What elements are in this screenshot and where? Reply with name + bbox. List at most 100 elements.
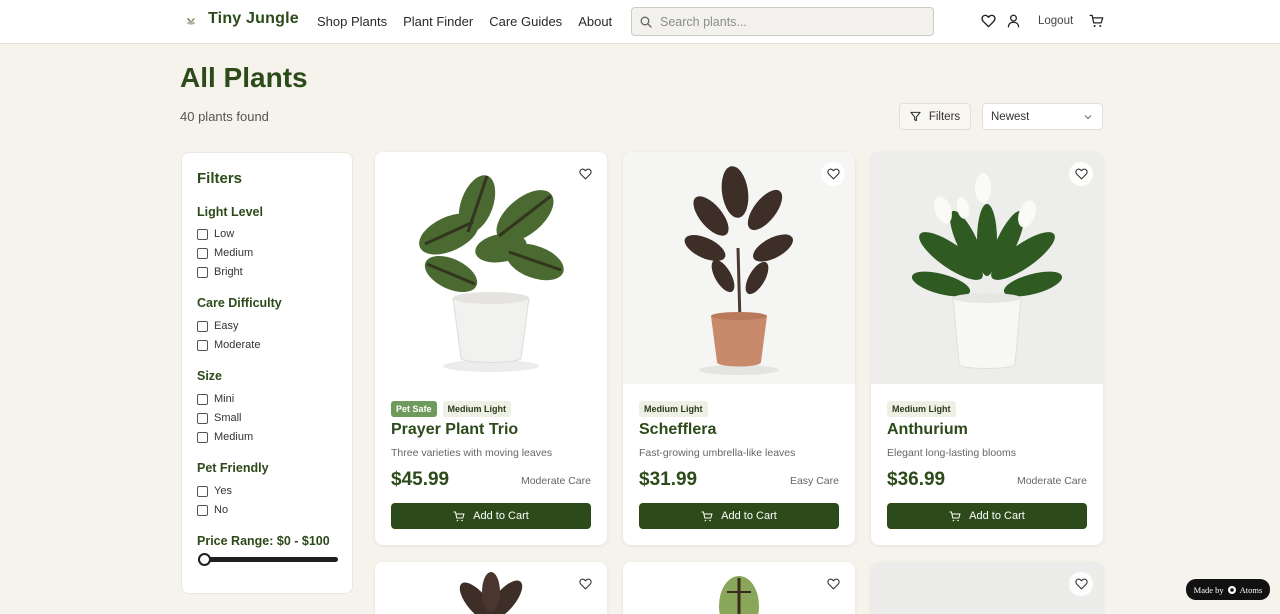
checkbox[interactable] <box>197 412 208 424</box>
filter-option-light-medium[interactable]: Medium <box>197 247 253 259</box>
cart-icon <box>949 511 961 521</box>
brand[interactable]: Tiny Jungle <box>184 10 299 28</box>
option-label: Medium <box>214 247 254 259</box>
filter-option-light-low[interactable]: Low <box>197 228 234 240</box>
atoms-brand-label: Atoms <box>1239 584 1263 595</box>
nav-care-guides[interactable]: Care Guides <box>489 14 562 29</box>
favorite-heart-icon[interactable] <box>821 572 845 596</box>
filter-panel-title: Filters <box>197 170 243 187</box>
made-by-label: Made by <box>1193 584 1224 595</box>
search-icon <box>640 16 652 28</box>
option-label: Moderate <box>214 339 261 351</box>
price-slider-handle[interactable] <box>198 553 211 566</box>
price-slider-track[interactable] <box>198 557 338 562</box>
favorite-heart-icon[interactable] <box>573 572 597 596</box>
product-card[interactable] <box>871 562 1103 614</box>
filter-funnel-icon <box>910 111 921 122</box>
care-level: Easy Care <box>789 475 839 487</box>
price-range-label: Price Range: $0 - $100 <box>197 534 330 548</box>
nav-plant-finder[interactable]: Plant Finder <box>403 14 473 29</box>
nav-about[interactable]: About <box>578 14 612 29</box>
product-description: Fast-growing umbrella-like leaves <box>639 447 796 459</box>
filter-option-care-moderate[interactable]: Moderate <box>197 339 260 351</box>
filter-sidebar: Filters Light Level Low Medium Bright Ca… <box>181 152 353 594</box>
schefflera-image <box>623 152 855 384</box>
wishlist-heart-icon[interactable] <box>980 13 996 29</box>
light-level-badge: Medium Light <box>887 401 956 417</box>
checkbox[interactable] <box>197 431 208 443</box>
plant-image <box>623 562 855 614</box>
favorite-heart-icon[interactable] <box>821 162 845 186</box>
option-label: Bright <box>214 266 243 278</box>
filter-option-pet-yes[interactable]: Yes <box>197 485 232 497</box>
checkbox[interactable] <box>197 485 208 497</box>
filter-heading-light-level: Light Level <box>197 205 263 219</box>
plant-image <box>375 562 607 614</box>
filter-option-size-medium[interactable]: Medium <box>197 431 253 443</box>
filter-heading-size: Size <box>197 369 223 383</box>
filter-heading-pet-friendly: Pet Friendly <box>197 461 269 475</box>
care-level: Moderate Care <box>1016 475 1087 487</box>
sort-dropdown[interactable]: Newest <box>982 103 1103 130</box>
checkbox[interactable] <box>197 247 208 259</box>
checkbox[interactable] <box>197 228 208 240</box>
shopping-cart-icon[interactable] <box>1088 13 1104 29</box>
filter-heading-care-difficulty: Care Difficulty <box>197 296 282 310</box>
prayer-plant-image <box>375 152 607 384</box>
main-nav: Shop Plants Plant Finder Care Guides Abo… <box>317 14 612 29</box>
account-user-icon[interactable] <box>1005 13 1021 29</box>
product-card[interactable]: Medium Light Anthurium Elegant long-last… <box>871 152 1103 545</box>
filter-option-light-bright[interactable]: Bright <box>197 266 243 278</box>
checkbox[interactable] <box>197 320 208 332</box>
light-level-badge: Medium Light <box>442 401 512 417</box>
filter-option-pet-no[interactable]: No <box>197 504 228 516</box>
product-price: $36.99 <box>887 469 946 490</box>
filter-option-size-mini[interactable]: Mini <box>197 393 234 405</box>
chevron-down-icon <box>1084 114 1092 119</box>
product-name[interactable]: Schefflera <box>639 421 716 439</box>
product-card[interactable] <box>375 562 607 614</box>
pet-safe-badge: Pet Safe <box>391 401 437 417</box>
filters-button[interactable]: Filters <box>899 103 971 130</box>
add-to-cart-button[interactable]: Add to Cart <box>887 503 1087 529</box>
product-card[interactable]: Pet Safe Medium Light Prayer Plant Trio … <box>375 152 607 545</box>
atoms-logo-icon <box>1227 585 1236 594</box>
filter-option-care-easy[interactable]: Easy <box>197 320 238 332</box>
checkbox[interactable] <box>197 339 208 351</box>
page-title: All Plants <box>180 62 308 93</box>
add-to-cart-label: Add to Cart <box>969 510 1025 522</box>
product-badges: Pet Safe Medium Light <box>391 401 512 417</box>
checkbox[interactable] <box>197 266 208 278</box>
favorite-heart-icon[interactable] <box>1069 572 1093 596</box>
results-count: 40 plants found <box>180 109 269 124</box>
checkbox[interactable] <box>197 393 208 405</box>
cart-icon <box>453 511 465 521</box>
product-badges: Medium Light <box>887 401 956 417</box>
sort-dropdown-value: Newest <box>991 110 1030 123</box>
add-to-cart-button[interactable]: Add to Cart <box>639 503 839 529</box>
product-card[interactable] <box>623 562 855 614</box>
product-name[interactable]: Prayer Plant Trio <box>391 421 518 439</box>
anthurium-image <box>871 152 1103 384</box>
product-card[interactable]: Medium Light Schefflera Fast-growing umb… <box>623 152 855 545</box>
search-bar <box>631 7 934 36</box>
cart-icon <box>701 511 713 521</box>
product-badges: Medium Light <box>639 401 708 417</box>
logout-link[interactable]: Logout <box>1038 15 1073 27</box>
product-name[interactable]: Anthurium <box>887 421 968 439</box>
product-price: $31.99 <box>639 469 698 490</box>
checkbox[interactable] <box>197 504 208 516</box>
favorite-heart-icon[interactable] <box>573 162 597 186</box>
favorite-heart-icon[interactable] <box>1069 162 1093 186</box>
light-level-badge: Medium Light <box>639 401 708 417</box>
option-label: No <box>214 504 229 516</box>
add-to-cart-button[interactable]: Add to Cart <box>391 503 591 529</box>
product-price: $45.99 <box>391 469 450 490</box>
filter-option-size-small[interactable]: Small <box>197 412 242 424</box>
option-label: Low <box>214 228 235 240</box>
add-to-cart-label: Add to Cart <box>473 510 529 522</box>
made-by-atoms-badge[interactable]: Made by Atoms <box>1186 579 1270 600</box>
product-description: Elegant long-lasting blooms <box>887 447 1016 459</box>
search-input[interactable] <box>660 14 920 29</box>
nav-shop-plants[interactable]: Shop Plants <box>317 14 387 29</box>
